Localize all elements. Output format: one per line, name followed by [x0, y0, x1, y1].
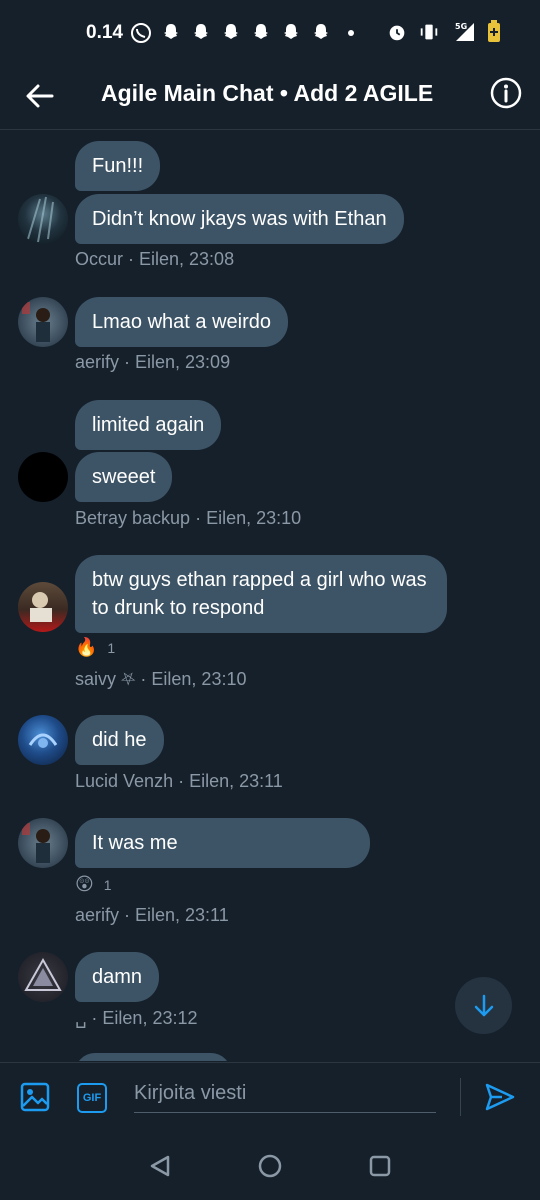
back-arrow-icon[interactable]: [22, 78, 58, 114]
reaction-chip[interactable]: 😲 1: [75, 874, 112, 895]
message-meta: aerify · Eilen, 23:11: [75, 905, 229, 925]
message-bubble[interactable]: damn: [75, 952, 160, 1002]
message-meta: aerify · Eilen, 23:09: [75, 352, 231, 372]
message-bubble[interactable]: Fun!!!: [75, 141, 161, 191]
network-label: 5G: [455, 22, 467, 31]
signal-icon: 5G: [455, 22, 474, 41]
avatar-image: [22, 823, 50, 863]
whatsapp-icon: [130, 23, 151, 43]
message-bubble[interactable]: Lmao what a weirdo: [75, 297, 288, 347]
image-icon[interactable]: [19, 1081, 51, 1113]
arrow-down-icon: [474, 994, 493, 1016]
send-icon[interactable]: [484, 1081, 516, 1113]
avatar-image: [28, 733, 58, 748]
avatar[interactable]: [18, 297, 68, 347]
message-meta: saivy ⛧ · Eilen, 23:10: [75, 669, 247, 689]
avatar-image: [27, 196, 54, 243]
message-list[interactable]: Fun!!! Didn’t know jkays was with Ethan …: [0, 131, 540, 1061]
message-bubble[interactable]: sweeet: [75, 452, 173, 502]
message-meta: Betray backup · Eilen, 23:10: [75, 508, 302, 528]
snapchat-icon: [223, 24, 238, 39]
avatar[interactable]: [18, 582, 68, 632]
message-meta: ␣ · Eilen, 23:12: [75, 1008, 198, 1028]
battery-icon: [488, 20, 500, 42]
message-bubble[interactable]: btw guys ethan rapped a girl who was to …: [75, 555, 447, 633]
snapchat-icon: [163, 24, 178, 39]
avatar-image: [30, 592, 52, 622]
message-bubble[interactable]: limited again: [75, 400, 222, 450]
status-bar: 0.14 5G: [0, 0, 540, 66]
message-input[interactable]: [134, 1075, 436, 1113]
nav-home-icon[interactable]: [258, 1154, 282, 1178]
chat-header: Agile Main Chat • Add 2 AGILE: [0, 66, 540, 130]
system-nav-bar: [0, 1132, 540, 1200]
scroll-to-bottom-button[interactable]: [455, 977, 512, 1034]
nav-recents-icon[interactable]: [369, 1155, 391, 1177]
nav-back-icon[interactable]: [148, 1154, 172, 1178]
info-icon[interactable]: [489, 76, 523, 110]
snapchat-icon: [253, 24, 268, 39]
message-bubble-partial[interactable]: [75, 1053, 231, 1061]
avatar[interactable]: [18, 715, 68, 765]
avatar-image: [24, 957, 62, 991]
reaction-emoji: 😲: [75, 874, 94, 894]
avatar[interactable]: [18, 194, 68, 244]
message-bubble[interactable]: It was me: [75, 818, 370, 868]
message-composer: GIF: [0, 1062, 540, 1132]
chat-title[interactable]: Agile Main Chat • Add 2 AGILE: [101, 80, 463, 107]
gif-button[interactable]: GIF: [77, 1083, 107, 1113]
avatar[interactable]: [18, 818, 68, 868]
avatar[interactable]: [18, 952, 68, 1002]
reaction-count: 1: [107, 639, 116, 656]
snapchat-icon: [283, 24, 298, 39]
snapchat-icon: [313, 24, 328, 39]
message-bubble[interactable]: Didn’t know jkays was with Ethan: [75, 194, 404, 244]
avatar-image: [22, 302, 50, 342]
status-time: 0.14: [86, 22, 123, 43]
vibrate-icon: [420, 24, 438, 40]
message-meta: Occur · Eilen, 23:08: [75, 249, 235, 269]
alarm-icon: [389, 25, 405, 41]
avatar[interactable]: [18, 452, 68, 502]
message-bubble[interactable]: did he: [75, 715, 164, 765]
snapchat-icon: [193, 24, 208, 39]
reaction-count: 1: [103, 876, 112, 893]
message-meta: Lucid Venzh · Eilen, 23:11: [75, 771, 283, 791]
reaction-chip[interactable]: 🔥 1: [75, 637, 115, 658]
notification-dot-icon: [347, 30, 354, 36]
composer-divider: [460, 1078, 461, 1116]
reaction-emoji: 🔥: [75, 637, 98, 657]
